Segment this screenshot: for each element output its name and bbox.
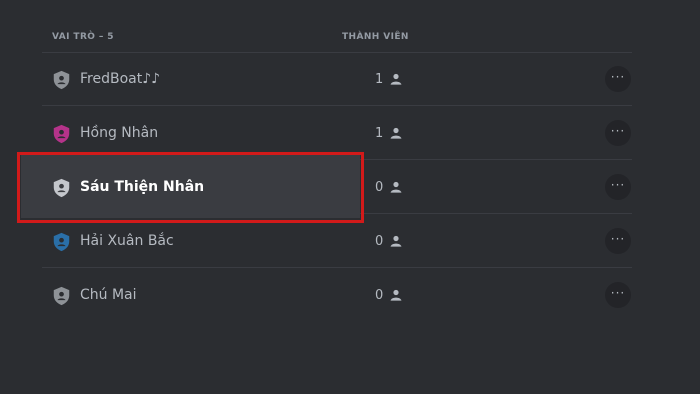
person-icon	[390, 181, 402, 193]
more-options-button[interactable]: ···	[605, 66, 631, 92]
person-icon	[390, 73, 402, 85]
shield-icon	[53, 286, 70, 306]
more-options-button[interactable]: ···	[605, 120, 631, 146]
roles-table-header: VAI TRÒ – 5 THÀNH VIÊN	[52, 32, 632, 44]
roles-column-header: VAI TRÒ – 5	[52, 32, 114, 42]
role-name: FredBoat♪♪	[80, 71, 161, 87]
more-options-button[interactable]: ···	[605, 282, 631, 308]
member-count: 1	[375, 126, 384, 141]
members-column-header: THÀNH VIÊN	[342, 32, 409, 42]
role-name: Hải Xuân Bắc	[80, 233, 174, 249]
person-icon	[390, 127, 402, 139]
member-count: 1	[375, 72, 384, 87]
role-name: Hồng Nhân	[80, 125, 159, 141]
more-options-button[interactable]: ···	[605, 228, 631, 254]
row-divider	[42, 267, 632, 268]
highlight-annotation-box	[17, 152, 364, 223]
member-count: 0	[375, 180, 384, 195]
role-name: Chú Mai	[80, 287, 137, 303]
role-row[interactable]: Chú Mai 0 ···	[42, 269, 632, 322]
person-icon	[390, 289, 402, 301]
person-icon	[390, 235, 402, 247]
row-divider	[42, 105, 632, 106]
more-options-button[interactable]: ···	[605, 174, 631, 200]
shield-icon	[53, 232, 70, 252]
member-count: 0	[375, 288, 384, 303]
shield-icon	[53, 124, 70, 144]
role-row[interactable]: FredBoat♪♪ 1 ···	[42, 53, 632, 106]
roles-panel: VAI TRÒ – 5 THÀNH VIÊN FredBoat♪♪ 1 ··· …	[0, 0, 700, 394]
member-count: 0	[375, 234, 384, 249]
shield-icon	[53, 70, 70, 90]
